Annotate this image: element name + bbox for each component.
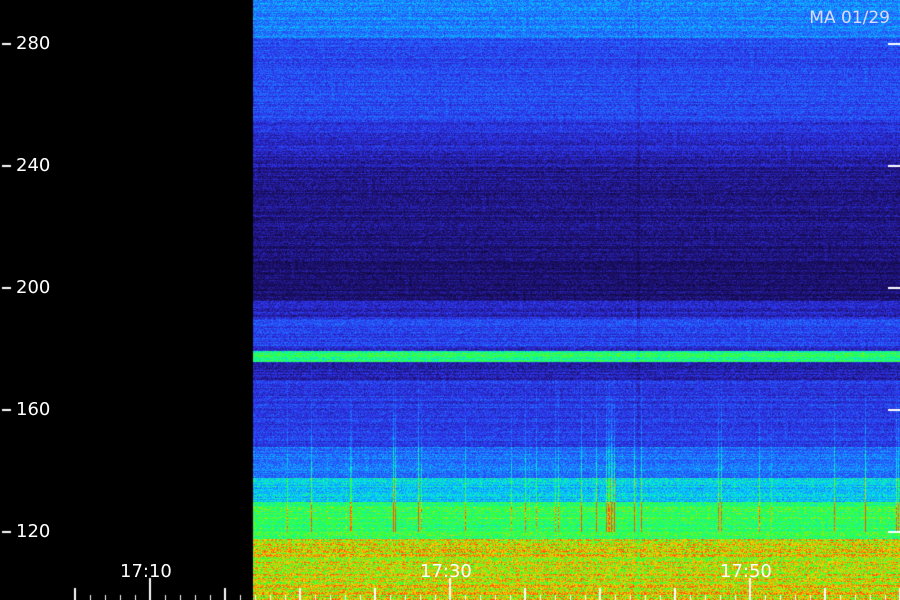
station-date-label: MA 01/29 — [809, 8, 890, 28]
y-tick-label: 120 — [16, 521, 51, 542]
y-tick-label: 200 — [16, 277, 51, 298]
x-tick-label: 17:30 — [420, 561, 472, 582]
y-tick-label: 240 — [16, 155, 51, 176]
y-tick-label: 160 — [16, 399, 51, 420]
x-tick-label: 17:10 — [120, 561, 172, 582]
spectrogram-plot — [0, 0, 900, 600]
x-tick-label: 17:50 — [720, 561, 772, 582]
y-tick-label: 280 — [16, 33, 51, 54]
